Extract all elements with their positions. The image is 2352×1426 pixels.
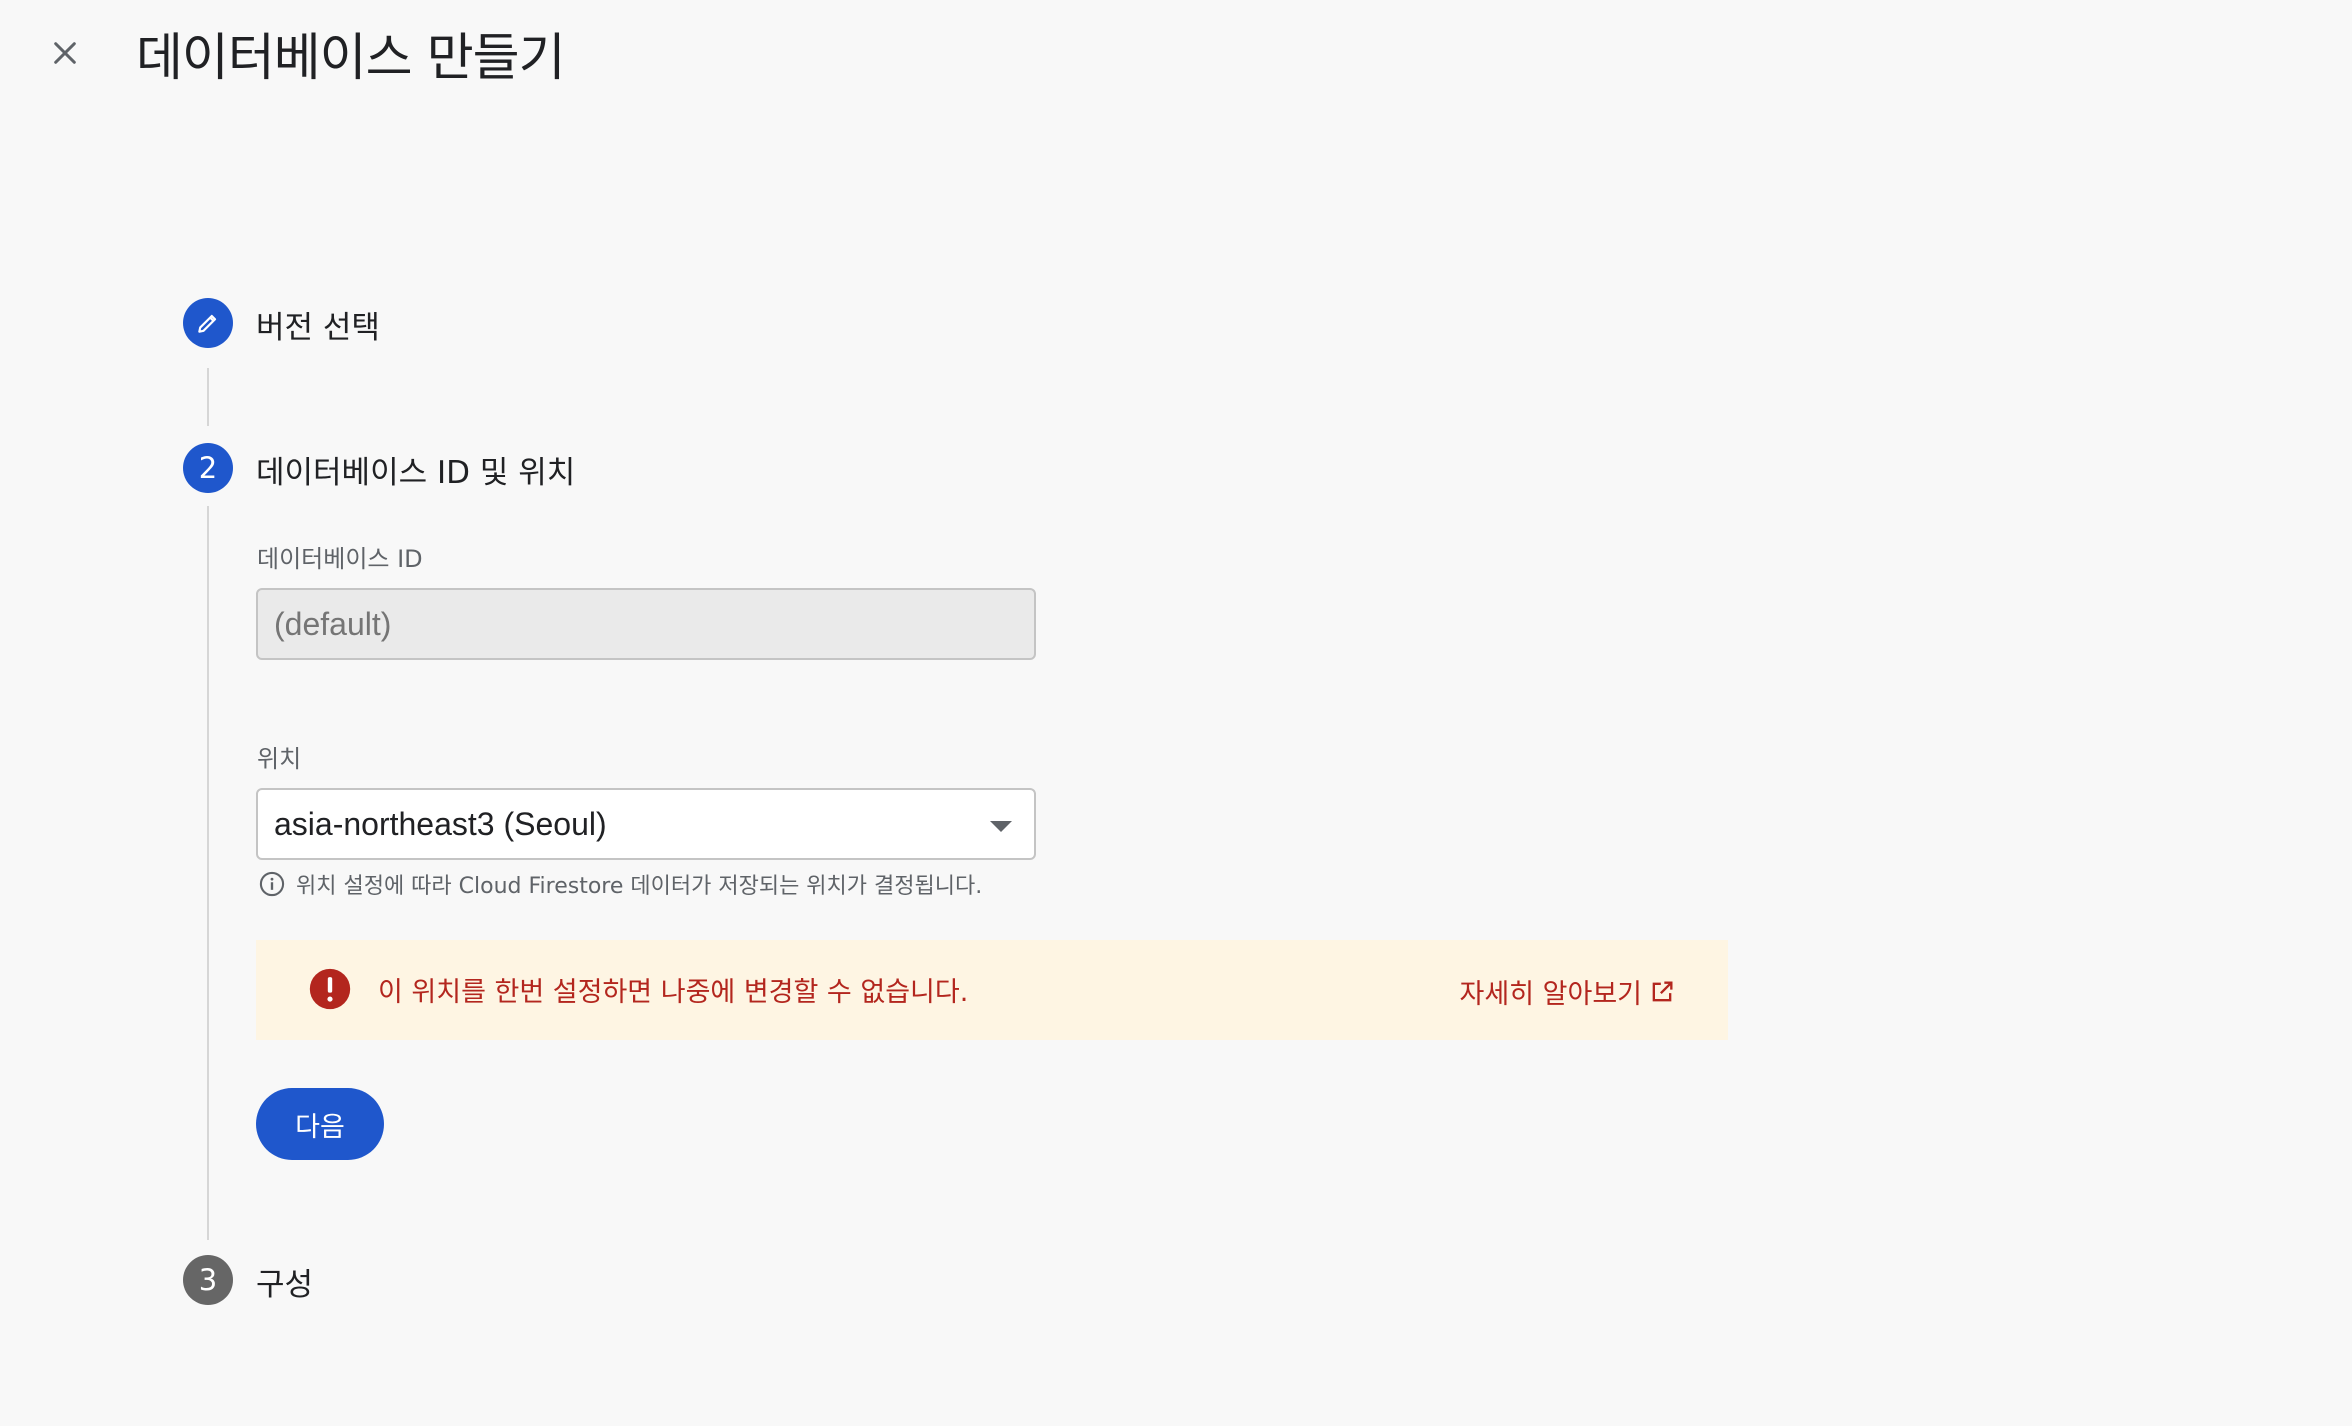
location-hint-text: 위치 설정에 따라 Cloud Firestore 데이터가 저장되는 위치가 … xyxy=(296,874,983,899)
location-label: 위치 xyxy=(257,745,302,773)
next-button[interactable]: 다음 xyxy=(256,1088,384,1160)
page-title: 데이터베이스 만들기 xyxy=(136,29,565,88)
error-icon xyxy=(309,968,351,1010)
external-link-icon xyxy=(1652,981,1673,1001)
create-database-page: 데이터베이스 만들기 버전 선택 2 데이터베이스 ID 및 위치 데이터베이스… xyxy=(0,0,2352,1426)
step-3-title: 구성 xyxy=(256,1267,314,1303)
stepper-connector xyxy=(207,368,209,426)
database-id-input xyxy=(256,588,1036,660)
warning-text: 이 위치를 한번 설정하면 나중에 변경할 수 없습니다. xyxy=(378,977,969,1008)
location-warning-banner: 이 위치를 한번 설정하면 나중에 변경할 수 없습니다. 자세히 알아보기 xyxy=(256,940,1728,1040)
step-2-indicator: 2 xyxy=(183,443,233,493)
learn-more-link[interactable]: 자세히 알아보기 xyxy=(1460,972,1676,1011)
dropdown-arrow-icon xyxy=(990,821,1012,832)
database-id-label: 데이터베이스 ID xyxy=(257,545,423,573)
step-2-title: 데이터베이스 ID 및 위치 xyxy=(256,455,576,491)
step-1-indicator[interactable] xyxy=(183,298,233,348)
location-hint: 위치 설정에 따라 Cloud Firestore 데이터가 저장되는 위치가 … xyxy=(258,868,982,900)
step-1-title[interactable]: 버전 선택 xyxy=(256,302,380,347)
stepper-connector xyxy=(207,506,209,1240)
close-icon xyxy=(54,42,76,64)
step-3-indicator: 3 xyxy=(183,1255,233,1305)
location-select[interactable]: asia-northeast3 (Seoul) xyxy=(256,788,1036,860)
learn-more-label: 자세히 알아보기 xyxy=(1459,979,1642,1010)
pencil-icon xyxy=(198,314,217,333)
close-button[interactable] xyxy=(40,28,90,78)
info-icon xyxy=(259,871,285,897)
location-select-value: asia-northeast3 (Seoul) xyxy=(274,805,607,842)
